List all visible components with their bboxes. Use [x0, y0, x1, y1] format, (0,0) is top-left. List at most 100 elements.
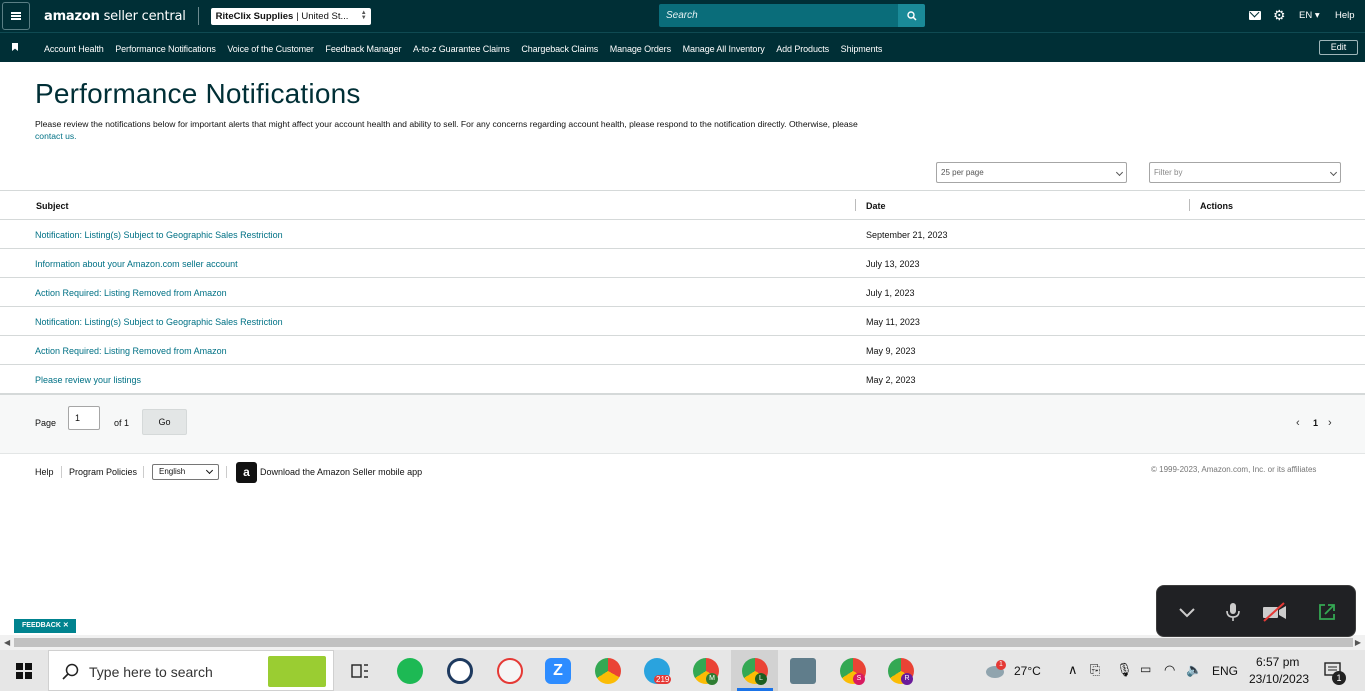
search-input[interactable]: Search	[659, 4, 899, 27]
chevron-right-icon[interactable]: ›	[1328, 417, 1332, 429]
chrome-icon[interactable]	[595, 658, 621, 684]
windows-taskbar: Type here to search Z 219 M L S R 1 27°C…	[0, 650, 1365, 691]
nav-item-chargeback-claims[interactable]: Chargeback Claims	[521, 44, 598, 54]
hamburger-menu-button[interactable]	[2, 2, 30, 30]
nav-item-feedback-manager[interactable]: Feedback Manager	[325, 44, 401, 54]
scrollbar-thumb[interactable]	[14, 638, 1353, 647]
chevron-down-icon	[205, 466, 214, 475]
table-row: Information about your Amazon.com seller…	[0, 249, 1365, 278]
spotify-icon[interactable]	[397, 658, 423, 684]
filter-by-select[interactable]: Filter by	[1149, 162, 1341, 183]
calculator-icon[interactable]	[790, 658, 816, 684]
notification-date: July 13, 2023	[866, 259, 920, 269]
notification-date: May 11, 2023	[866, 317, 920, 327]
page-label: Page	[35, 418, 57, 428]
camera-off-icon[interactable]	[1262, 602, 1288, 622]
per-page-select[interactable]: 25 per page	[936, 162, 1127, 183]
microphone-tray-icon[interactable]: 🎙	[1116, 662, 1133, 678]
nav-items: Account Health Performance Notifications…	[44, 44, 894, 54]
current-page-number[interactable]: 1	[1313, 418, 1318, 428]
notification-subject-link[interactable]: Information about your Amazon.com seller…	[35, 259, 238, 269]
nav-item-account-health[interactable]: Account Health	[44, 44, 104, 54]
table-row: Notification: Listing(s) Subject to Geog…	[0, 307, 1365, 336]
zoom-icon[interactable]: Z	[545, 658, 571, 684]
wifi-icon[interactable]: ◠	[1164, 662, 1175, 678]
column-header-date[interactable]: Date	[866, 201, 886, 211]
temperature: 27°C	[1014, 664, 1041, 678]
nav-item-shipments[interactable]: Shipments	[841, 44, 883, 54]
input-language[interactable]: ENG	[1212, 664, 1238, 678]
edit-nav-button[interactable]: Edit	[1319, 40, 1358, 55]
notification-subject-link[interactable]: Notification: Listing(s) Subject to Geog…	[35, 317, 283, 327]
nav-item-manage-orders[interactable]: Manage Orders	[610, 44, 671, 54]
column-header-subject[interactable]: Subject	[36, 201, 69, 211]
amazon-app-icon[interactable]: a	[236, 462, 257, 483]
meet-tray-icon[interactable]: ⎘	[1090, 662, 1100, 678]
navigation-bar: Account Health Performance Notifications…	[0, 32, 1365, 62]
search-highlight-image	[268, 656, 326, 687]
search-button[interactable]	[898, 4, 925, 27]
notification-subject-link[interactable]: Please review your listings	[35, 375, 141, 385]
program-policies-link[interactable]: Program Policies	[69, 467, 137, 477]
nav-item-performance-notifications[interactable]: Performance Notifications	[115, 44, 216, 54]
footer-divider	[61, 466, 62, 478]
nav-item-voice-of-customer[interactable]: Voice of the Customer	[227, 44, 314, 54]
table-row: Action Required: Listing Removed from Am…	[0, 336, 1365, 365]
store-selector[interactable]: RiteClix Supplies | United St... ▲ ▼	[210, 7, 371, 25]
meeting-controls-overlay	[1156, 585, 1356, 637]
contact-us-link[interactable]: contact us	[35, 131, 74, 141]
notification-count-badge: 1	[1332, 671, 1346, 685]
task-view-icon[interactable]	[351, 663, 369, 679]
notification-date: May 9, 2023	[866, 346, 916, 356]
nav-item-add-products[interactable]: Add Products	[776, 44, 829, 54]
download-app-link[interactable]: Download the Amazon Seller mobile app	[260, 467, 422, 477]
snipping-tool-icon[interactable]	[497, 658, 523, 684]
page-title: Performance Notifications	[35, 78, 361, 109]
open-external-icon[interactable]	[1317, 602, 1337, 622]
clock-date[interactable]: 23/10/2023	[1249, 672, 1309, 686]
feedback-button[interactable]: FEEDBACK ✕	[14, 619, 76, 633]
nav-item-manage-inventory[interactable]: Manage All Inventory	[683, 44, 765, 54]
go-button[interactable]: Go	[142, 409, 187, 435]
mail-icon[interactable]	[1249, 11, 1261, 20]
scroll-left-arrow-icon[interactable]: ◀	[4, 638, 10, 647]
column-divider	[855, 199, 856, 211]
windows-start-icon[interactable]	[16, 663, 32, 679]
horizontal-scrollbar[interactable]: ◀ ▶	[0, 635, 1365, 650]
footer-help-link[interactable]: Help	[35, 467, 54, 477]
page-number-input[interactable]: 1	[68, 406, 100, 430]
seller-central-logo[interactable]: amazon seller central	[44, 9, 186, 24]
profile-s-badge: S	[853, 673, 865, 685]
page-description: Please review the notifications below fo…	[35, 119, 858, 141]
chevron-up-icon[interactable]: ∧	[1068, 662, 1078, 678]
notifications-table: Subject Date Actions Notification: Listi…	[0, 190, 1365, 394]
page-of-label: of 1	[114, 418, 130, 428]
chevron-left-icon[interactable]: ‹	[1296, 417, 1300, 429]
chevron-down-icon[interactable]	[1177, 602, 1197, 622]
page-footer: Help Program Policies English a Download…	[0, 460, 1365, 486]
microphone-icon[interactable]	[1223, 602, 1243, 622]
nav-item-atoz-claims[interactable]: A-to-z Guarantee Claims	[413, 44, 510, 54]
battery-icon[interactable]: ▭	[1140, 662, 1151, 676]
notification-subject-link[interactable]: Action Required: Listing Removed from Am…	[35, 288, 227, 298]
table-row: Notification: Listing(s) Subject to Geog…	[0, 220, 1365, 249]
profile-m-badge: M	[706, 673, 718, 685]
notification-subject-link[interactable]: Notification: Listing(s) Subject to Geog…	[35, 230, 283, 240]
store-name: RiteClix Supplies	[215, 10, 294, 22]
volume-icon[interactable]: 🔈	[1186, 662, 1202, 678]
help-link[interactable]: Help	[1335, 10, 1355, 21]
bookmark-icon[interactable]	[12, 43, 18, 51]
notification-date: September 21, 2023	[866, 230, 948, 240]
notification-subject-link[interactable]: Action Required: Listing Removed from Am…	[35, 346, 227, 356]
gear-icon[interactable]: ⚙	[1273, 8, 1286, 22]
taskbar-search-placeholder: Type here to search	[89, 664, 213, 680]
telegram-badge: 219	[654, 675, 672, 684]
scroll-right-arrow-icon[interactable]: ▶	[1355, 638, 1361, 647]
taskbar-search-box[interactable]: Type here to search	[48, 650, 334, 691]
clock-time[interactable]: 6:57 pm	[1256, 655, 1299, 669]
clock-app-icon[interactable]	[447, 658, 473, 684]
footer-language-select[interactable]: English	[152, 464, 219, 480]
updown-arrows-icon: ▲ ▼	[360, 9, 367, 21]
language-selector[interactable]: EN ▾	[1299, 10, 1320, 21]
table-row: Action Required: Listing Removed from Am…	[0, 278, 1365, 307]
